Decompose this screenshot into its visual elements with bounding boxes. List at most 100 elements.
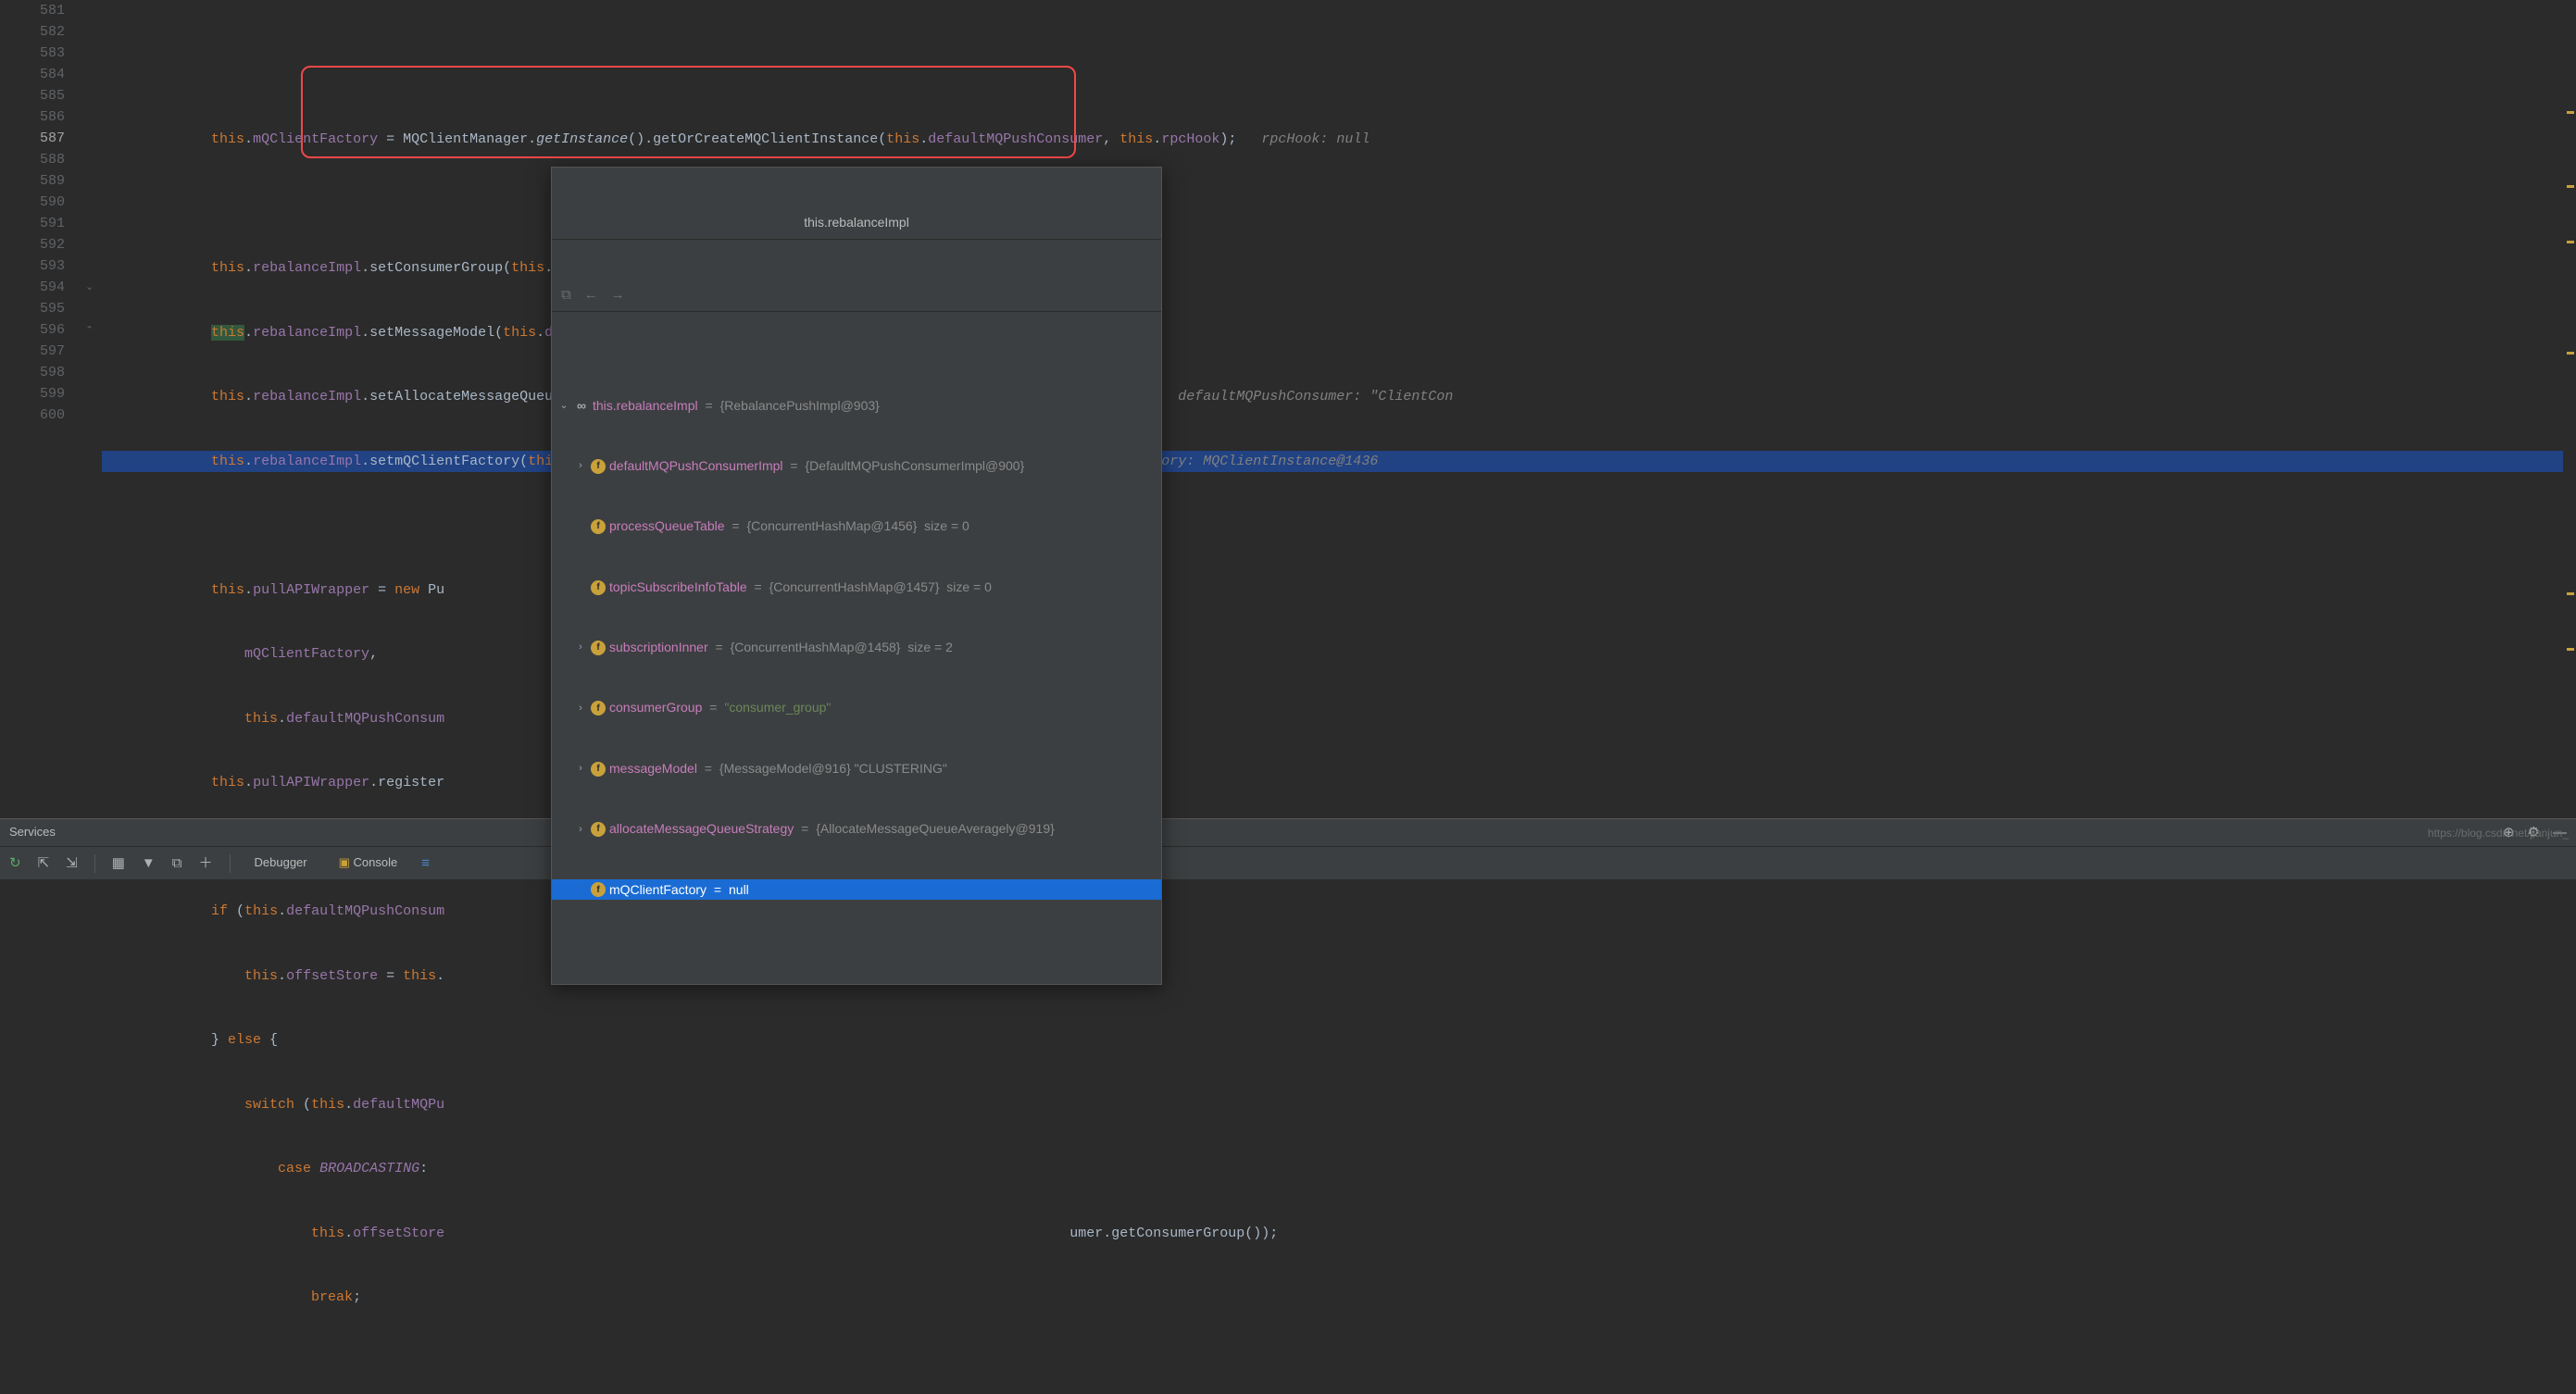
- code-line[interactable]: [102, 515, 2576, 536]
- var-value: {DefaultMQPushConsumerImpl@900}: [806, 456, 1025, 477]
- var-name: topicSubscribeInfoTable: [609, 578, 747, 598]
- field-badge-icon: f: [591, 701, 606, 716]
- stripe-mark[interactable]: [2567, 592, 2574, 595]
- line-number: 592: [0, 234, 65, 255]
- debugger-tab[interactable]: Debugger: [247, 850, 315, 876]
- tree-row[interactable]: › f messageModel = {MessageModel@916} "C…: [552, 759, 1161, 779]
- chevron-right-icon[interactable]: ›: [574, 761, 587, 777]
- code-line[interactable]: case BROADCASTING:: [102, 1158, 2576, 1179]
- stripe-mark[interactable]: [2567, 241, 2574, 243]
- group-icon[interactable]: ⧉: [172, 853, 182, 874]
- line-number: 594: [0, 277, 65, 298]
- line-number: 595: [0, 298, 65, 319]
- code-editor[interactable]: 581 582 583 584 585 586 587 588 589 590 …: [0, 0, 2576, 805]
- tree-row-selected[interactable]: › f mQClientFactory = null: [552, 879, 1161, 900]
- code-line[interactable]: mQClientFactory,: [102, 643, 2576, 665]
- tree-row[interactable]: › f allocateMessageQueueStrategy = {Allo…: [552, 819, 1161, 840]
- line-number-current: 587: [0, 128, 65, 149]
- code-line[interactable]: this.defaultMQPushConsum: [102, 708, 2576, 729]
- code-line[interactable]: this.mQClientFactory = MQClientManager.g…: [102, 129, 2576, 150]
- code-line[interactable]: switch (this.defaultMQPu: [102, 1094, 2576, 1115]
- add-icon[interactable]: ＋: [199, 853, 213, 874]
- code-line[interactable]: this.pullAPIWrapper.register: [102, 772, 2576, 793]
- stripe-mark[interactable]: [2567, 111, 2574, 114]
- var-name: mQClientFactory: [609, 880, 707, 901]
- var-name: consumerGroup: [609, 698, 702, 718]
- code-text-area[interactable]: this.mQClientFactory = MQClientManager.g…: [102, 0, 2576, 805]
- threads-icon[interactable]: ≡: [421, 853, 430, 874]
- field-badge-icon: f: [591, 641, 606, 655]
- field-badge-icon: f: [591, 762, 606, 777]
- tree-row[interactable]: › f topicSubscribeInfoTable = {Concurren…: [552, 578, 1161, 598]
- code-line[interactable]: } else {: [102, 1029, 2576, 1051]
- layout-icon[interactable]: ▦: [112, 853, 125, 874]
- debug-toolbar: ↻ ⇱ ⇲ ▦ ▼ ⧉ ＋ Debugger ▣ Console ≡: [0, 846, 2576, 879]
- code-line[interactable]: this.rebalanceImpl.setConsumerGroup(this…: [102, 257, 2576, 279]
- tree-row[interactable]: › f processQueueTable = {ConcurrentHashM…: [552, 517, 1161, 537]
- tree-root-row[interactable]: ⌄ ∞ this.rebalanceImpl = {RebalancePushI…: [552, 395, 1161, 416]
- tree-row[interactable]: › f consumerGroup = "consumer_group": [552, 698, 1161, 718]
- console-tab-label: Console: [354, 855, 398, 869]
- back-arrow-icon[interactable]: ←: [584, 284, 598, 305]
- code-line[interactable]: this.pullAPIWrapper = new Pu: [102, 579, 2576, 601]
- line-number: 589: [0, 170, 65, 192]
- line-number: 582: [0, 21, 65, 43]
- var-value: {ConcurrentHashMap@1456} size = 0: [747, 517, 969, 537]
- code-line[interactable]: this.offsetStore umer.getConsumerGroup()…: [102, 1223, 2576, 1244]
- var-value: {RebalancePushImpl@903}: [720, 396, 880, 417]
- line-number: 596: [0, 319, 65, 341]
- code-line[interactable]: this.rebalanceImpl.setMessageModel(this.…: [102, 322, 2576, 343]
- popup-toolbar: ⧉ ← →: [552, 280, 1161, 311]
- line-number: 585: [0, 85, 65, 106]
- chevron-right-icon[interactable]: ›: [574, 640, 587, 655]
- popup-title: this.rebalanceImpl: [552, 207, 1161, 240]
- collapse-all-icon[interactable]: ⇲: [66, 853, 78, 874]
- chevron-right-icon[interactable]: ›: [574, 458, 587, 474]
- line-number: 600: [0, 405, 65, 426]
- field-badge-icon: f: [591, 459, 606, 474]
- services-tool-window-header[interactable]: Services ⊕ ⚙ —: [0, 818, 2576, 846]
- code-line[interactable]: break;: [102, 1287, 2576, 1308]
- line-number: 590: [0, 192, 65, 213]
- line-number: 598: [0, 362, 65, 383]
- var-name: subscriptionInner: [609, 638, 708, 658]
- watermark-text: https://blog.csdn.net/jianjun_: [2428, 825, 2569, 842]
- forward-arrow-icon[interactable]: →: [611, 284, 625, 305]
- rerun-icon[interactable]: ↻: [9, 853, 21, 874]
- code-line[interactable]: this.offsetStore = this.: [102, 965, 2576, 987]
- evaluate-expression-popup[interactable]: this.rebalanceImpl ⧉ ← → ⌄ ∞ this.rebala…: [551, 167, 1162, 985]
- console-tab[interactable]: ▣ Console: [331, 850, 406, 876]
- code-line[interactable]: this.rebalanceImpl.setAllocateMessageQue…: [102, 386, 2576, 407]
- stripe-mark[interactable]: [2567, 352, 2574, 355]
- fold-marker-icon[interactable]: ⌃: [85, 324, 94, 340]
- line-number: 599: [0, 383, 65, 405]
- line-number: 583: [0, 43, 65, 64]
- chevron-right-icon[interactable]: ›: [574, 701, 587, 716]
- expand-all-icon[interactable]: ⇱: [38, 853, 50, 874]
- field-badge-icon: f: [591, 519, 606, 534]
- chevron-right-icon[interactable]: ›: [574, 822, 587, 838]
- services-label[interactable]: Services: [9, 823, 56, 841]
- field-badge-icon: f: [591, 822, 606, 837]
- filter-icon[interactable]: ▼: [142, 853, 156, 874]
- variable-tree[interactable]: ⌄ ∞ this.rebalanceImpl = {RebalancePushI…: [552, 352, 1161, 944]
- chevron-down-icon[interactable]: ⌄: [557, 398, 570, 414]
- code-line[interactable]: [102, 193, 2576, 215]
- var-value: {ConcurrentHashMap@1458} size = 2: [731, 638, 953, 658]
- field-badge-icon: f: [591, 580, 606, 595]
- line-number: 591: [0, 213, 65, 234]
- history-icon[interactable]: ⧉: [561, 284, 571, 305]
- code-line-execution-point[interactable]: this.rebalanceImpl.setmQClientFactory(th…: [102, 451, 2576, 472]
- code-line[interactable]: [102, 65, 2576, 86]
- tree-row[interactable]: › f subscriptionInner = {ConcurrentHashM…: [552, 638, 1161, 658]
- code-line[interactable]: if (this.defaultMQPushConsum: [102, 901, 2576, 922]
- fold-marker-icon[interactable]: ⌄: [85, 280, 94, 296]
- stripe-mark[interactable]: [2567, 185, 2574, 188]
- error-stripe[interactable]: [2563, 0, 2576, 805]
- var-value: {ConcurrentHashMap@1457} size = 0: [769, 578, 992, 598]
- stripe-mark[interactable]: [2567, 648, 2574, 651]
- fold-column[interactable]: ⌄ ⌃: [83, 0, 102, 805]
- var-value: {MessageModel@916} "CLUSTERING": [719, 759, 947, 779]
- tree-row[interactable]: › f defaultMQPushConsumerImpl = {Default…: [552, 456, 1161, 477]
- line-number: 588: [0, 149, 65, 170]
